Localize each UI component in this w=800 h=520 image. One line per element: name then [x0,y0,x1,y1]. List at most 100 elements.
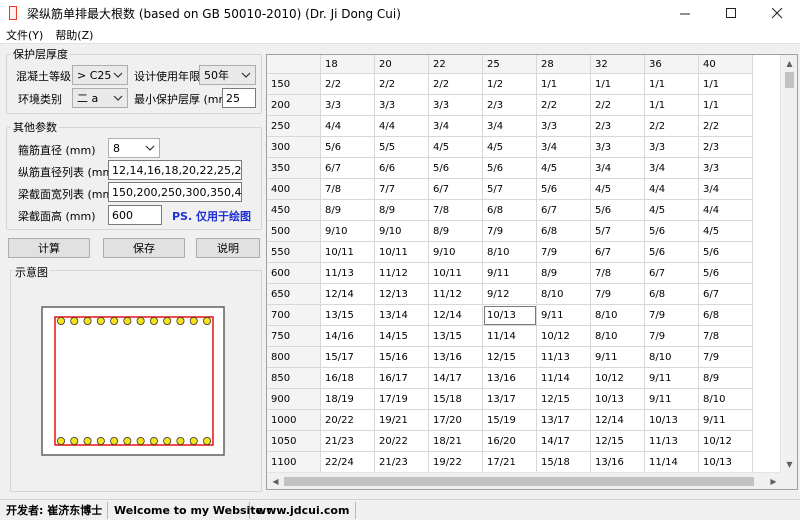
grid-cell[interactable]: 5/5 [375,137,429,158]
grid-cell[interactable]: 1/1 [699,74,753,95]
grid-cell[interactable]: 8/10 [591,305,645,326]
row-header[interactable]: 650 [267,284,321,305]
status-url[interactable]: www.jdcui.com [250,501,357,519]
row-header[interactable]: 700 [267,305,321,326]
grid-cell[interactable]: 6/8 [483,200,537,221]
grid-cell[interactable]: 8/10 [483,242,537,263]
grid-cell[interactable]: 4/5 [537,158,591,179]
grid-cell[interactable]: 14/17 [429,368,483,389]
grid-cell[interactable]: 3/4 [537,137,591,158]
grid-cell[interactable]: 13/17 [537,410,591,431]
grid-cell[interactable]: 11/14 [645,452,699,473]
grid-cell[interactable]: 18/21 [429,431,483,452]
grid-cell[interactable]: 6/7 [321,158,375,179]
grid-cell[interactable]: 9/11 [645,368,699,389]
grid-cell[interactable]: 14/17 [537,431,591,452]
grid-cell[interactable]: 6/8 [699,305,753,326]
grid-cell[interactable]: 6/7 [645,263,699,284]
grid-cell[interactable]: 3/3 [591,137,645,158]
row-header[interactable]: 900 [267,389,321,410]
grid-cell[interactable]: 3/4 [699,179,753,200]
grid-cell[interactable]: 7/9 [699,347,753,368]
grid-cell[interactable]: 5/6 [645,242,699,263]
grid-cell[interactable]: 3/3 [645,137,699,158]
grid-cell[interactable]: 11/13 [321,263,375,284]
grid-cell[interactable]: 8/10 [591,326,645,347]
grid-cell[interactable]: 13/15 [429,326,483,347]
grid-cell[interactable]: 7/9 [645,326,699,347]
menu-help[interactable]: 帮助(Z) [49,27,99,43]
grid-cell[interactable]: 20/22 [375,431,429,452]
grid-cell[interactable]: 5/6 [645,221,699,242]
grid-cell[interactable]: 3/3 [321,95,375,116]
vertical-scrollbar[interactable]: ▲ ▼ [780,55,797,473]
grid-cell[interactable]: 7/9 [645,305,699,326]
beam-height-input[interactable]: 600 [108,205,162,225]
grid-cell[interactable]: 7/9 [537,242,591,263]
grid-cell[interactable]: 10/13 [645,410,699,431]
grid-cell[interactable]: 5/6 [699,242,753,263]
grid-cell[interactable]: 10/12 [699,431,753,452]
grid-cell[interactable]: 9/10 [375,221,429,242]
grid-cell[interactable]: 21/23 [375,452,429,473]
design-life-select[interactable]: 50年 [199,65,256,85]
row-header[interactable]: 450 [267,200,321,221]
grid-cell[interactable]: 12/15 [483,347,537,368]
grid-cell[interactable]: 3/3 [537,116,591,137]
grid-cell[interactable]: 3/4 [483,116,537,137]
grid-cell[interactable]: 10/11 [429,263,483,284]
grid-cell[interactable]: 13/17 [483,389,537,410]
grid-cell[interactable]: 11/12 [375,263,429,284]
grid-cell[interactable]: 15/19 [483,410,537,431]
grid-cell[interactable]: 2/2 [699,116,753,137]
grid-cell[interactable]: 11/13 [537,347,591,368]
grid-cell[interactable]: 9/10 [321,221,375,242]
grid-cell[interactable]: 5/6 [321,137,375,158]
grid-cell[interactable]: 2/2 [321,74,375,95]
grid-cell[interactable]: 5/6 [537,179,591,200]
grid-cell[interactable]: 4/4 [699,200,753,221]
grid-cell[interactable]: 4/5 [429,137,483,158]
grid-cell[interactable]: 2/2 [429,74,483,95]
column-header[interactable]: 40 [699,55,753,74]
grid-cell[interactable]: 15/16 [375,347,429,368]
grid-cell[interactable]: 2/3 [483,95,537,116]
grid-cell[interactable]: 17/21 [483,452,537,473]
row-header[interactable]: 750 [267,326,321,347]
grid-cell[interactable]: 10/13 [699,452,753,473]
grid-cell[interactable]: 6/6 [375,158,429,179]
row-header[interactable]: 550 [267,242,321,263]
column-header[interactable]: 25 [483,55,537,74]
grid-cell[interactable]: 15/18 [429,389,483,410]
grid-cell[interactable]: 12/14 [321,284,375,305]
grid-cell[interactable]: 7/8 [429,200,483,221]
grid-cell[interactable]: 12/15 [537,389,591,410]
min-cover-input[interactable]: 25 [222,88,256,108]
grid-cell[interactable]: 4/4 [375,116,429,137]
grid-cell[interactable]: 7/7 [375,179,429,200]
grid-cell[interactable]: 17/19 [375,389,429,410]
grid-cell[interactable]: 2/2 [591,95,645,116]
grid-cell[interactable]: 13/15 [321,305,375,326]
grid-cell[interactable]: 8/10 [699,389,753,410]
grid-cell[interactable]: 12/14 [591,410,645,431]
grid-cell[interactable]: 5/7 [483,179,537,200]
grid-cell[interactable]: 8/9 [537,263,591,284]
grid-cell[interactable]: 11/12 [429,284,483,305]
column-header[interactable]: 28 [537,55,591,74]
row-header[interactable]: 1000 [267,410,321,431]
row-header[interactable]: 200 [267,95,321,116]
grid-cell[interactable]: 19/21 [375,410,429,431]
grid-cell[interactable]: 18/19 [321,389,375,410]
grid-cell[interactable]: 8/9 [321,200,375,221]
grid-cell[interactable]: 6/8 [537,221,591,242]
column-header[interactable]: 20 [375,55,429,74]
menu-file[interactable]: 文件(Y) [0,27,49,43]
beam-width-list-input[interactable]: 150,200,250,300,350,400,450, [108,182,242,202]
scroll-left-icon[interactable]: ◀ [267,473,284,489]
grid-cell[interactable]: 5/7 [591,221,645,242]
grid-cell[interactable]: 9/11 [699,410,753,431]
grid-cell[interactable]: 1/1 [537,74,591,95]
grid-cell[interactable]: 4/5 [591,179,645,200]
grid-cell[interactable]: 10/11 [321,242,375,263]
